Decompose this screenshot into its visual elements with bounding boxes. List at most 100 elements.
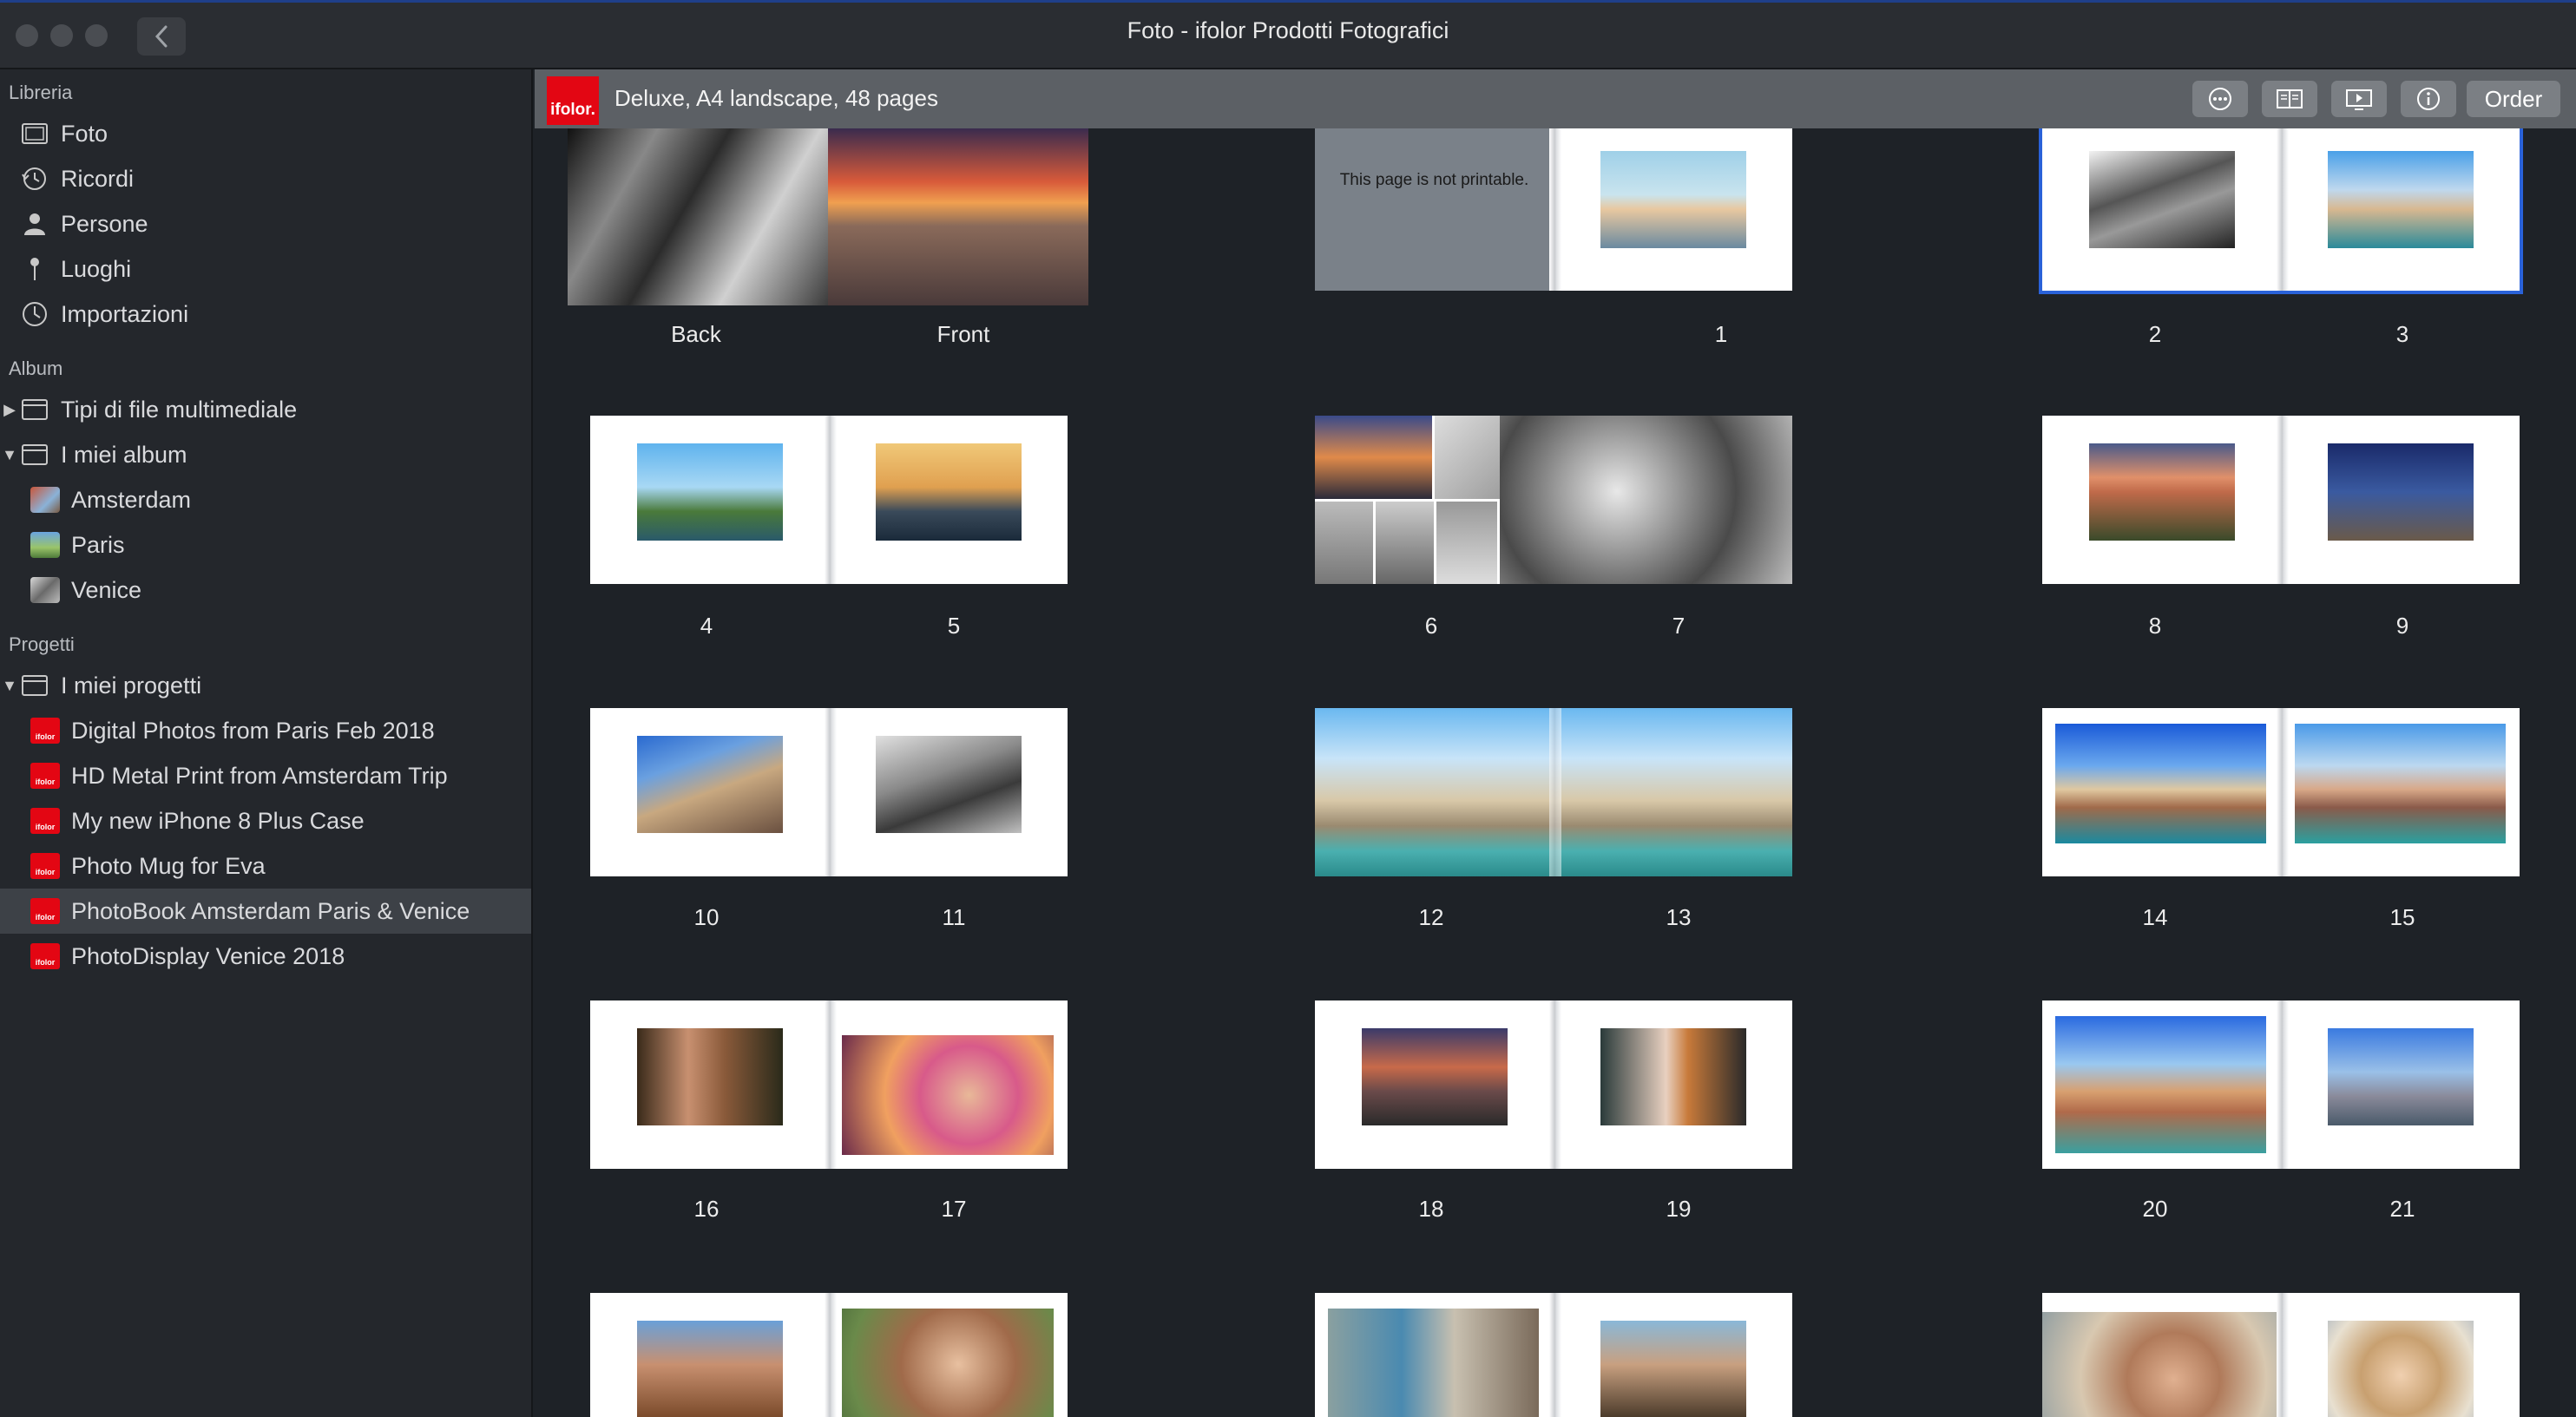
page-photo: [1362, 1028, 1508, 1125]
cover-back-photo: [568, 128, 828, 305]
spread-2-3[interactable]: [2039, 128, 2523, 294]
spread-16-17[interactable]: [590, 1000, 1068, 1169]
page-photo: [2295, 724, 2506, 843]
spread-1[interactable]: This page is not printable.: [1315, 128, 1792, 291]
page-label: 20: [2142, 1196, 2168, 1222]
page-label-back: Back: [671, 321, 721, 347]
sidebar-item-paris[interactable]: Paris: [0, 522, 531, 567]
more-options-button[interactable]: [2192, 81, 2248, 117]
cover-front-photo: [828, 128, 1088, 305]
spread-18-19[interactable]: [1315, 1000, 1792, 1169]
sidebar-item-project-1[interactable]: ifolor Digital Photos from Paris Feb 201…: [0, 708, 531, 753]
spread-14-15[interactable]: [2042, 708, 2520, 876]
page-photo: [637, 1028, 783, 1125]
page-photo: [1315, 416, 1432, 499]
spread-20-21[interactable]: [2042, 1000, 2520, 1169]
photos-icon: [19, 118, 50, 149]
not-printable-page: This page is not printable.: [1315, 128, 1554, 291]
page-label: 1: [1714, 321, 1728, 347]
page-photo: [2089, 151, 2235, 248]
spread-6-7[interactable]: [1315, 416, 1792, 584]
page-photo: [1600, 1321, 1746, 1417]
page-label: 3: [2395, 321, 2409, 347]
book-view-button[interactable]: [2262, 81, 2317, 117]
disclosure-down-icon[interactable]: ▼: [0, 677, 19, 695]
spread-22-23[interactable]: [590, 1293, 1068, 1417]
sidebar-item-persone[interactable]: Persone: [0, 201, 531, 246]
section-title-progetti: Progetti: [9, 633, 75, 655]
info-button[interactable]: [2401, 81, 2456, 117]
page-photo: [1600, 151, 1746, 248]
page-photo: [1500, 416, 1792, 584]
page-photo: [876, 443, 1022, 541]
people-icon: [19, 208, 50, 239]
spread-4-5[interactable]: [590, 416, 1068, 584]
section-title-album: Album: [9, 358, 63, 379]
page-label-front: Front: [936, 321, 990, 347]
book-icon: [2277, 89, 2303, 108]
sidebar-item-tipi-di-file[interactable]: ▶ Tipi di file multimediale: [0, 387, 531, 432]
page-photo: [2042, 1312, 2281, 1417]
page-label: 16: [693, 1196, 720, 1222]
disclosure-right-icon[interactable]: ▶: [0, 401, 19, 419]
page-photo: [2328, 151, 2474, 248]
sidebar-item-ricordi[interactable]: Ricordi: [0, 156, 531, 201]
window-title: Foto - ifolor Prodotti Fotografici: [1127, 17, 1449, 43]
page-photo: [1315, 502, 1373, 584]
page-label: 8: [2148, 613, 2162, 639]
page-photo: [637, 1321, 783, 1417]
sidebar-item-project-5[interactable]: ifolor PhotoBook Amsterdam Paris & Venic…: [0, 889, 531, 934]
sidebar-item-project-6[interactable]: ifolor PhotoDisplay Venice 2018: [0, 934, 531, 979]
page-photo: [842, 1035, 1054, 1155]
page-label: 4: [700, 613, 713, 639]
places-icon: [19, 253, 50, 285]
page-grid: Back Front This page is not printable. 1…: [535, 128, 2576, 1417]
page-photo: [2055, 1016, 2266, 1153]
page-photo: [1328, 1309, 1539, 1417]
ellipsis-icon: [2209, 88, 2231, 110]
page-photo: [1600, 1028, 1746, 1125]
page-photo: [2328, 1321, 2474, 1417]
sidebar-item-project-4[interactable]: ifolor Photo Mug for Eva: [0, 843, 531, 889]
section-title-libreria: Libreria: [9, 82, 73, 103]
spread-8-9[interactable]: [2042, 416, 2520, 584]
folder-icon: [19, 439, 50, 470]
sidebar-item-i-miei-progetti[interactable]: ▼ I miei progetti: [0, 663, 531, 708]
page-photo: [2089, 443, 2235, 541]
cover-spread[interactable]: [568, 128, 1088, 305]
sidebar-item-project-2[interactable]: ifolor HD Metal Print from Amsterdam Tri…: [0, 753, 531, 798]
ifolor-logo-icon: ifolor: [30, 853, 60, 879]
sidebar-item-importazioni[interactable]: Importazioni: [0, 292, 531, 337]
disclosure-down-icon[interactable]: ▼: [0, 446, 19, 464]
title-bar: Foto - ifolor Prodotti Fotografici: [0, 0, 2576, 69]
spread-10-11[interactable]: [590, 708, 1068, 876]
sidebar-item-foto[interactable]: Foto: [0, 111, 531, 156]
ifolor-logo-icon: ifolor: [30, 763, 60, 789]
ifolor-logo-icon: ifolor: [30, 943, 60, 969]
spread-26-27[interactable]: [2042, 1293, 2520, 1417]
slideshow-icon: [2346, 89, 2372, 110]
sidebar-item-venice[interactable]: Venice: [0, 567, 531, 613]
preview-button[interactable]: [2331, 81, 2387, 117]
project-toolbar: ifolor. Deluxe, A4 landscape, 48 pages O…: [535, 69, 2576, 128]
page-photo: [637, 736, 783, 833]
page-photo: [2328, 1028, 2474, 1125]
sidebar-item-project-3[interactable]: ifolor My new iPhone 8 Plus Case: [0, 798, 531, 843]
spread-12-13[interactable]: [1315, 708, 1792, 876]
sidebar-item-i-miei-album[interactable]: ▼ I miei album: [0, 432, 531, 477]
spread-24-25[interactable]: [1315, 1293, 1792, 1417]
page-label: 13: [1666, 904, 1692, 930]
page-label: 9: [2395, 613, 2409, 639]
imports-icon: [19, 298, 50, 330]
memories-icon: [19, 163, 50, 194]
folder-icon: [19, 394, 50, 425]
album-thumbnail-icon: [30, 487, 60, 513]
page-label: 7: [1672, 613, 1686, 639]
sidebar-item-luoghi[interactable]: Luoghi: [0, 246, 531, 292]
page-photo: [842, 1309, 1054, 1417]
sidebar-item-amsterdam[interactable]: Amsterdam: [0, 477, 531, 522]
ifolor-logo-icon: ifolor: [30, 898, 60, 924]
page-photo: [2328, 443, 2474, 541]
order-button[interactable]: Order: [2467, 81, 2560, 117]
ifolor-logo: ifolor.: [547, 76, 599, 125]
